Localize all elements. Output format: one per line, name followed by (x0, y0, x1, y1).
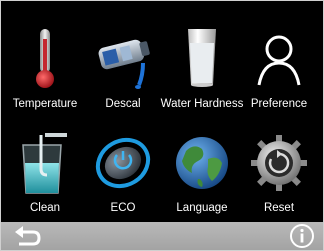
info-button[interactable] (289, 223, 315, 249)
thermometer-icon (36, 29, 54, 88)
settings-screen: Temperature Descal Water Hardness Prefer… (0, 0, 324, 251)
cleaning-beaker-icon (22, 133, 67, 194)
user-icon (257, 35, 301, 86)
menu-item-label: Preference (250, 98, 308, 110)
menu-item-reset[interactable]: Reset (239, 129, 319, 237)
eco-power-icon (95, 137, 151, 189)
gear-reset-icon (251, 135, 307, 191)
globe-icon (176, 137, 228, 189)
menu-item-clean[interactable]: Clean (5, 129, 85, 237)
menu-item-language[interactable]: Language (162, 129, 242, 237)
menu-item-eco[interactable]: ECO (83, 129, 163, 237)
menu-item-label: Reset (263, 202, 295, 214)
menu-item-preference[interactable]: Preference (239, 23, 319, 131)
back-arrow-icon (15, 226, 41, 246)
descale-cartridge-icon (98, 39, 150, 89)
bottom-bar (1, 222, 323, 250)
menu-item-descal[interactable]: Descal (83, 23, 163, 131)
water-glass-icon (188, 29, 216, 87)
menu-item-temperature[interactable]: Temperature (5, 23, 85, 131)
menu-item-water-hardness[interactable]: Water Hardness (161, 23, 243, 131)
info-icon (290, 224, 314, 248)
back-button[interactable] (9, 224, 43, 248)
